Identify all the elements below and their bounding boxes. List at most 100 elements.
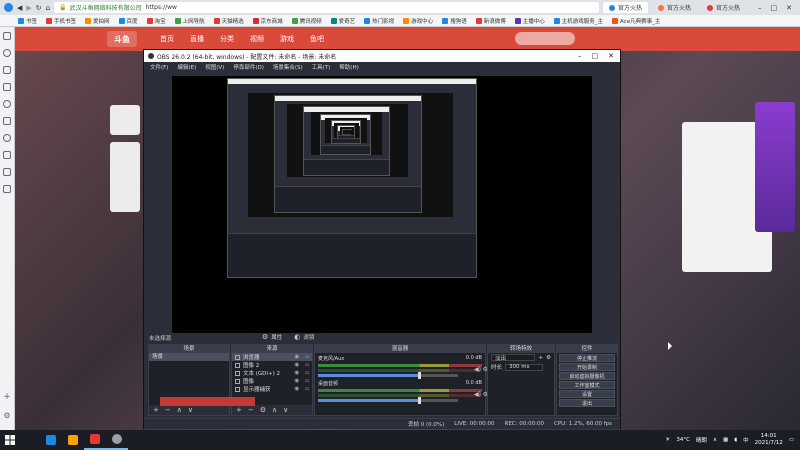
bookmark-item[interactable]: 书签 [18, 17, 37, 25]
obs-menu-item[interactable]: 编辑(E) [177, 63, 196, 71]
control-button[interactable]: 设置 [559, 390, 615, 398]
source-item[interactable]: 浏览器 ◉ ▫ [232, 353, 312, 361]
bookmark-item[interactable]: 手机书签 [46, 17, 76, 25]
obs-preview[interactable] [172, 76, 592, 373]
site-activity-banner[interactable] [755, 102, 795, 232]
add-scene-icon[interactable]: + [153, 406, 159, 414]
clock[interactable]: 14:01 2021/7/12 [755, 433, 783, 447]
source-item[interactable]: 显示器捕获 ◉ ▫ [232, 385, 312, 393]
lock-icon[interactable]: ▫ [305, 370, 309, 376]
volume-slider[interactable] [318, 372, 458, 379]
add-transition-icon[interactable]: + [538, 355, 543, 361]
forward-icon[interactable]: ▶ [26, 4, 31, 12]
obs-menu-item[interactable]: 场景集合(S) [273, 63, 303, 71]
bookmark-item[interactable]: 上网导航 [174, 17, 205, 25]
sidebar-home-icon[interactable] [3, 32, 11, 40]
bookmark-item[interactable]: 腾讯视频 [291, 17, 322, 25]
bookmark-item[interactable]: 爱拍网 [85, 17, 110, 25]
volume-icon[interactable]: ◖ [734, 437, 737, 443]
sidebar-star-icon[interactable] [3, 49, 11, 57]
maximize-icon[interactable]: □ [771, 4, 778, 12]
obs-menu-item[interactable]: 帮助(H) [339, 63, 358, 71]
filters-icon[interactable]: ◐ [294, 333, 300, 341]
bookmark-item[interactable]: 搜狗语 [442, 17, 467, 25]
source-item[interactable]: 文本 (GDI+) 2 ◉ ▫ [232, 369, 312, 377]
properties-gear-icon[interactable]: ⚙ [262, 333, 268, 341]
control-button[interactable]: 启动虚拟摄像机 [559, 372, 615, 380]
back-icon[interactable]: ◀ [17, 4, 22, 12]
bookmark-item[interactable]: 天猫精选 [213, 17, 244, 25]
source-item[interactable]: 图像 ◉ ▫ [232, 377, 312, 385]
site-nav-item[interactable]: 视频 [250, 34, 264, 44]
bookmark-item[interactable]: 爱奇艺 [330, 17, 355, 25]
bookmark-item[interactable]: 淘宝 [146, 17, 166, 25]
visibility-eye-icon[interactable]: ◉ [294, 386, 299, 392]
taskbar-folder-icon[interactable] [62, 430, 84, 450]
volume-slider[interactable] [318, 397, 458, 404]
bookmark-item[interactable]: 主播中心 [514, 17, 545, 25]
notification-icon[interactable]: ▭ [789, 437, 794, 443]
control-button[interactable]: 开始录制 [559, 363, 615, 371]
speaker-icon[interactable]: ◀) [474, 366, 481, 373]
visibility-eye-icon[interactable]: ◉ [294, 378, 299, 384]
network-icon[interactable]: ▦ [723, 437, 728, 443]
site-search-input[interactable] [515, 32, 575, 45]
tab-0[interactable]: 官方火热 [602, 2, 648, 13]
taskbar-obs-icon[interactable] [106, 430, 128, 450]
site-nav-item[interactable]: 直播 [190, 34, 204, 44]
browser-logo-icon[interactable] [4, 3, 13, 12]
lock-icon[interactable]: ▫ [305, 386, 309, 392]
tab-2[interactable]: 官方火热 [701, 2, 746, 13]
bookmark-item[interactable]: 京东商城 [252, 17, 283, 25]
bookmark-item[interactable]: 热门影视 [364, 17, 394, 25]
lock-icon[interactable]: ▫ [305, 362, 309, 368]
sidebar-download-icon[interactable] [3, 100, 11, 108]
filters-button[interactable]: 滤镜 [303, 333, 314, 341]
control-button[interactable]: 工作室模式 [559, 381, 615, 389]
scene-item[interactable]: 场景 [149, 353, 229, 361]
site-nav-item[interactable]: 首页 [160, 34, 174, 44]
sidebar-settings-icon[interactable]: ⚙ [3, 411, 10, 420]
obs-menu-item[interactable]: 工具(T) [312, 63, 331, 71]
obs-maximize-icon[interactable]: □ [592, 52, 599, 60]
sidebar-add-icon[interactable]: + [3, 392, 11, 402]
control-button[interactable]: 退出 [559, 399, 615, 407]
site-nav-item[interactable]: 鱼吧 [310, 34, 324, 44]
visibility-eye-icon[interactable]: ◉ [294, 362, 299, 368]
site-nav-item[interactable]: 分类 [220, 34, 234, 44]
sidebar-chat-icon[interactable] [3, 134, 11, 142]
tray-up-icon[interactable]: ∧ [713, 437, 717, 443]
lock-icon[interactable]: ▫ [305, 354, 309, 360]
volume-slider-knob[interactable] [417, 397, 421, 404]
properties-button[interactable]: 属性 [271, 333, 282, 341]
obs-menu-item[interactable]: 文件(F) [150, 63, 168, 71]
site-notice-banner[interactable] [160, 397, 255, 406]
minimize-icon[interactable]: – [758, 4, 762, 12]
tab-1[interactable]: 官方火热 [652, 2, 697, 13]
taskbar-app-icon[interactable] [84, 430, 106, 450]
speaker-icon[interactable]: ◀) [474, 391, 481, 398]
visibility-eye-icon[interactable]: ◉ [294, 354, 299, 360]
bookmark-item[interactable]: 百度 [118, 17, 138, 25]
remove-source-icon[interactable]: − [248, 406, 254, 414]
site-nav-item[interactable]: 游戏 [280, 34, 294, 44]
control-button[interactable]: 停止推流 [559, 354, 615, 362]
sidebar-mail-icon[interactable] [3, 117, 11, 125]
sidebar-apps-icon[interactable] [3, 168, 11, 176]
sidebar-search-icon[interactable] [3, 66, 11, 74]
bookmark-item[interactable]: 游戏中心 [403, 17, 433, 25]
bookmark-item[interactable]: Ace凡典赛事_主 [612, 17, 660, 25]
duration-input[interactable]: 300 ms [505, 363, 544, 371]
add-source-icon[interactable]: + [236, 406, 242, 414]
move-up-icon[interactable]: ∧ [177, 406, 182, 414]
sidebar-history-icon[interactable] [3, 83, 11, 91]
close-icon[interactable]: ✕ [786, 4, 792, 12]
sidebar-box-icon[interactable] [3, 185, 11, 193]
obs-close-icon[interactable]: ✕ [608, 52, 614, 60]
move-down-icon[interactable]: ∨ [283, 406, 288, 414]
obs-menu-item[interactable]: 视图(V) [205, 63, 224, 71]
site-logo[interactable]: 斗鱼 [107, 31, 137, 47]
bookmark-item[interactable]: 新浪微博 [475, 17, 506, 25]
move-up-icon[interactable]: ∧ [272, 406, 277, 414]
sidebar-notes-icon[interactable] [3, 151, 11, 159]
